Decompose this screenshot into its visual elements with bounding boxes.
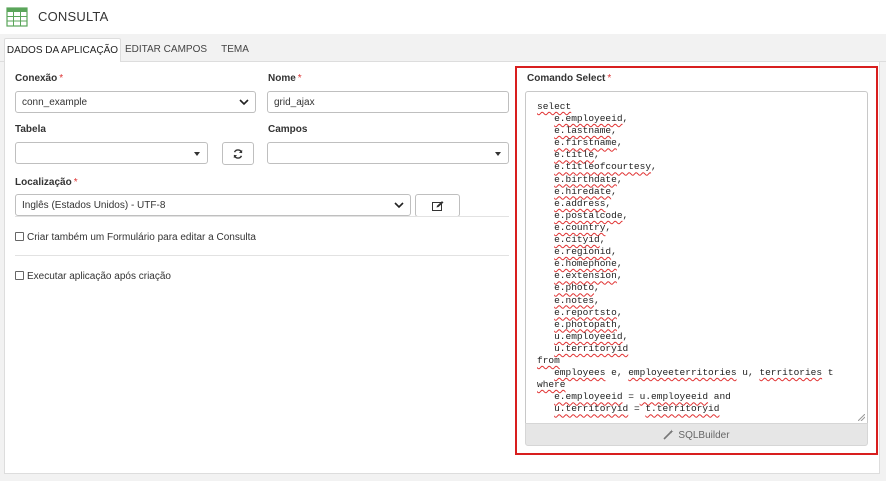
- refresh-icon: [233, 148, 243, 159]
- sql-line: e.address,: [554, 197, 612, 209]
- sql-line: e.birthdate,: [554, 173, 623, 185]
- sql-line: e.hiredate,: [554, 185, 617, 197]
- campos-label: Campos: [268, 124, 308, 135]
- tabela-select[interactable]: [15, 142, 208, 164]
- required-mark: *: [607, 73, 612, 84]
- sql-line: e.extension,: [554, 270, 623, 282]
- campos-select[interactable]: [267, 142, 509, 164]
- required-mark: *: [297, 73, 302, 84]
- executar-aplicacao-option[interactable]: Executar aplicação após criação: [15, 271, 171, 282]
- edit-locale-button[interactable]: [415, 194, 460, 217]
- localizacao-select[interactable]: Inglês (Estados Unidos) - UTF-8: [15, 194, 411, 216]
- sql-line: from: [537, 354, 560, 366]
- tab-tema[interactable]: TEMA: [216, 38, 254, 62]
- edit-icon: [431, 200, 443, 211]
- magic-wand-icon: [663, 429, 674, 440]
- sql-line: u.territoryid = t.territoryid: [554, 403, 720, 415]
- required-mark: *: [59, 73, 64, 84]
- sql-line: e.employeeid = u.employeeid and: [554, 391, 731, 403]
- page-title: CONSULTA: [38, 9, 109, 24]
- sql-line: where: [537, 379, 566, 391]
- tab-dados-da-aplicacao[interactable]: DADOS DA APLICAÇÃO: [4, 38, 121, 63]
- sql-line: e.homephone,: [554, 258, 623, 270]
- tab-editar-campos[interactable]: EDITAR CAMPOS: [124, 38, 208, 62]
- criar-formulario-option[interactable]: Criar também um Formulário para editar a…: [15, 232, 256, 243]
- sql-line: e.employeeid,: [554, 113, 629, 125]
- sql-line: e.regionid,: [554, 246, 617, 258]
- caret-down-icon: [194, 152, 200, 156]
- sql-line: e.cityid,: [554, 234, 606, 246]
- sql-line: e.titleofcourtesy,: [554, 161, 657, 173]
- comando-select-label: Comando Select *: [527, 73, 612, 84]
- sql-line: e.title,: [554, 149, 600, 161]
- sql-line: e.country,: [554, 221, 612, 233]
- refresh-button[interactable]: [222, 142, 254, 165]
- sql-line: e.photopath,: [554, 318, 623, 330]
- required-mark: *: [73, 177, 78, 188]
- sql-line: e.firstname,: [554, 137, 623, 149]
- resize-grip-icon[interactable]: [858, 414, 865, 421]
- sql-line: e.reportsto,: [554, 306, 623, 318]
- nome-label: Nome *: [268, 73, 302, 84]
- caret-down-icon: [495, 152, 501, 156]
- sql-line: u.employeeid,: [554, 330, 629, 342]
- tabela-label: Tabela: [15, 124, 46, 135]
- localizacao-label: Localização *: [15, 177, 78, 188]
- tab-bar: DADOS DA APLICAÇÃO EDITAR CAMPOS TEMA: [0, 36, 886, 63]
- sqlbuilder-button[interactable]: SQLBuilder: [525, 423, 868, 446]
- nome-input[interactable]: grid_ajax: [267, 91, 509, 113]
- conexao-label: Conexão *: [15, 73, 64, 84]
- sql-line: e.lastname,: [554, 125, 617, 137]
- sql-line: select: [537, 101, 572, 112]
- sql-line: employees e, employeeterritories u, terr…: [554, 367, 834, 379]
- table-grid-icon: [6, 7, 28, 27]
- sql-line: e.postalcode,: [554, 209, 629, 221]
- app-header: CONSULTA: [0, 0, 886, 34]
- criar-formulario-checkbox[interactable]: [15, 232, 24, 241]
- sql-line: e.photo,: [554, 282, 600, 294]
- chevron-down-icon: [239, 99, 249, 106]
- divider: [15, 255, 509, 256]
- conexao-select[interactable]: conn_example: [15, 91, 256, 113]
- sql-code: select e.employeeid, e.lastname, e.first…: [537, 101, 834, 415]
- sql-line: e.notes,: [554, 294, 600, 306]
- sql-line: u.territoryid: [554, 342, 629, 354]
- divider: [15, 216, 509, 217]
- sql-textarea[interactable]: select e.employeeid, e.lastname, e.first…: [525, 91, 868, 423]
- chevron-down-icon: [394, 202, 404, 209]
- executar-aplicacao-checkbox[interactable]: [15, 271, 24, 280]
